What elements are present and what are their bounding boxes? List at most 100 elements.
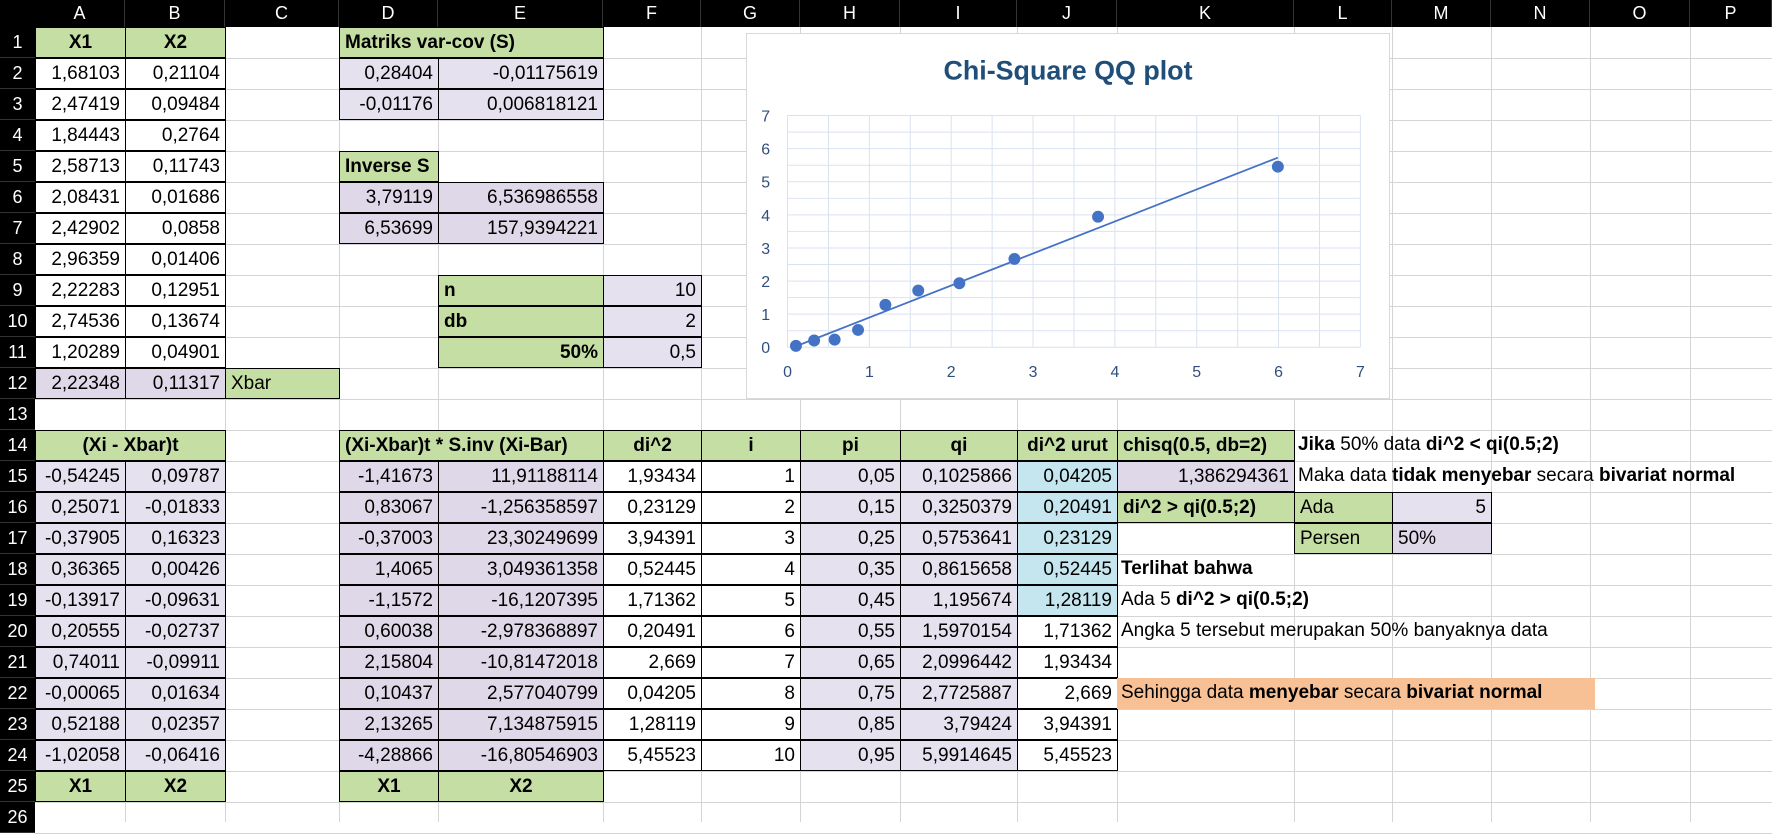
prod-x2[interactable]: 3,049361358	[438, 554, 604, 585]
qi-value[interactable]: 0,8615658	[900, 554, 1018, 585]
sorted-value[interactable]: 3,94391	[1017, 709, 1118, 740]
row-header-9[interactable]: 9	[0, 275, 35, 306]
row-header-20[interactable]: 20	[0, 616, 35, 647]
conclusion[interactable]: Sehingga data menyebar secara bivariat n…	[1117, 678, 1595, 709]
row-header-4[interactable]: 4	[0, 120, 35, 151]
dev-x2[interactable]: -0,02737	[125, 616, 226, 647]
dev-footer-x2[interactable]: X2	[125, 771, 226, 802]
qi-value[interactable]: 5,9914645	[900, 740, 1018, 771]
qi-value[interactable]: 2,0996442	[900, 647, 1018, 678]
row-header-18[interactable]: 18	[0, 554, 35, 585]
sorted-value[interactable]: 2,669	[1017, 678, 1118, 709]
pi-value[interactable]: 0,85	[800, 709, 901, 740]
data-x2[interactable]: 0,13674	[125, 306, 226, 337]
qi-value[interactable]: 1,5970154	[900, 616, 1018, 647]
row-header-19[interactable]: 19	[0, 585, 35, 616]
inverse-cell[interactable]: 6,536986558	[438, 182, 604, 213]
i-value[interactable]: 10	[701, 740, 801, 771]
sorted-value[interactable]: 1,28119	[1017, 585, 1118, 616]
column-header-P[interactable]: P	[1690, 0, 1772, 27]
prod-x1[interactable]: 1,4065	[339, 554, 439, 585]
xbar-x2[interactable]: 0,11317	[125, 368, 226, 399]
row-header-25[interactable]: 25	[0, 771, 35, 802]
inverse-cell[interactable]: 3,79119	[339, 182, 439, 213]
column-header-C[interactable]: C	[225, 0, 339, 27]
data-x1[interactable]: 2,96359	[35, 244, 126, 275]
di2-value[interactable]: 1,71362	[603, 585, 702, 616]
data-x1[interactable]: 2,42902	[35, 213, 126, 244]
dev-x2[interactable]: -0,06416	[125, 740, 226, 771]
data-x1[interactable]: 2,47419	[35, 89, 126, 120]
prod-x1[interactable]: 2,13265	[339, 709, 439, 740]
pi-header[interactable]: pi	[800, 430, 901, 461]
chisq-value[interactable]: 1,386294361	[1117, 461, 1295, 492]
pi-value[interactable]: 0,65	[800, 647, 901, 678]
param-n-label[interactable]: n	[438, 275, 604, 306]
dev-x2[interactable]: -0,09631	[125, 585, 226, 616]
rule-text-2[interactable]: Maka data tidak menyebar secara bivariat…	[1294, 461, 1739, 492]
column-header-L[interactable]: L	[1294, 0, 1392, 27]
di2-value[interactable]: 0,52445	[603, 554, 702, 585]
xbar-label[interactable]: Xbar	[225, 368, 340, 399]
di2-value[interactable]: 0,20491	[603, 616, 702, 647]
row-header-17[interactable]: 17	[0, 523, 35, 554]
observation-1[interactable]: Ada 5 di^2 > qi(0.5;2)	[1117, 585, 1313, 616]
qi-value[interactable]: 0,5753641	[900, 523, 1018, 554]
column-header-O[interactable]: O	[1590, 0, 1690, 27]
i-value[interactable]: 4	[701, 554, 801, 585]
prod-x1[interactable]: -1,1572	[339, 585, 439, 616]
varcov-cell[interactable]: -0,01175619	[438, 58, 604, 89]
di2-value[interactable]: 1,28119	[603, 709, 702, 740]
data-x2[interactable]: 0,01686	[125, 182, 226, 213]
param-pct-label[interactable]: 50%	[438, 337, 604, 368]
dev-x1[interactable]: 0,74011	[35, 647, 126, 678]
qq-plot-chart[interactable]: Chi-Square QQ plot 0 1 2 3 4 5 6 7 0 1 2 3 4 5 6 7	[746, 33, 1390, 399]
data-x2[interactable]: 0,04901	[125, 337, 226, 368]
sorted-value[interactable]: 5,45523	[1017, 740, 1118, 771]
dev-x1[interactable]: 0,25071	[35, 492, 126, 523]
prod-x2[interactable]: 2,577040799	[438, 678, 604, 709]
row-header-26[interactable]: 26	[0, 802, 35, 833]
data-x2[interactable]: 0,2764	[125, 120, 226, 151]
sorted-value[interactable]: 0,20491	[1017, 492, 1118, 523]
observation-title[interactable]: Terlihat bahwa	[1117, 554, 1257, 585]
qi-value[interactable]: 2,7725887	[900, 678, 1018, 709]
qi-value[interactable]: 3,79424	[900, 709, 1018, 740]
prod-x2[interactable]: -2,978368897	[438, 616, 604, 647]
pi-value[interactable]: 0,95	[800, 740, 901, 771]
dev-footer-x1[interactable]: X1	[35, 771, 126, 802]
di2-header[interactable]: di^2	[603, 430, 702, 461]
chisq-header[interactable]: chisq(0.5, db=2)	[1117, 430, 1295, 461]
ada-label[interactable]: Ada	[1294, 492, 1393, 523]
prod-x1[interactable]: -1,41673	[339, 461, 439, 492]
dev-header[interactable]: (Xi - Xbar)t	[35, 430, 226, 461]
select-all-corner[interactable]	[0, 0, 35, 27]
row-header-8[interactable]: 8	[0, 244, 35, 275]
data-x2[interactable]: 0,21104	[125, 58, 226, 89]
pi-value[interactable]: 0,05	[800, 461, 901, 492]
rule-text-1[interactable]: Jika 50% data di^2 < qi(0.5;2)	[1294, 430, 1563, 461]
ada-value[interactable]: 5	[1392, 492, 1492, 523]
data-x2[interactable]: 0,11743	[125, 151, 226, 182]
prod-x2[interactable]: 11,91188114	[438, 461, 604, 492]
i-value[interactable]: 9	[701, 709, 801, 740]
prod-x2[interactable]: -10,81472018	[438, 647, 604, 678]
param-db-value[interactable]: 2	[603, 306, 702, 337]
i-value[interactable]: 5	[701, 585, 801, 616]
dev-x2[interactable]: 0,09787	[125, 461, 226, 492]
row-header-11[interactable]: 11	[0, 337, 35, 368]
sorted-value[interactable]: 0,52445	[1017, 554, 1118, 585]
i-value[interactable]: 1	[701, 461, 801, 492]
pi-value[interactable]: 0,45	[800, 585, 901, 616]
data-x2[interactable]: 0,12951	[125, 275, 226, 306]
column-header-M[interactable]: M	[1392, 0, 1491, 27]
prod-footer-x2[interactable]: X2	[438, 771, 604, 802]
prod-x1[interactable]: 0,83067	[339, 492, 439, 523]
dev-x1[interactable]: 0,52188	[35, 709, 126, 740]
column-header-I[interactable]: I	[900, 0, 1017, 27]
pi-value[interactable]: 0,55	[800, 616, 901, 647]
data-point[interactable]	[1092, 210, 1105, 223]
row-header-23[interactable]: 23	[0, 709, 35, 740]
dev-x2[interactable]: -0,09911	[125, 647, 226, 678]
param-pct-value[interactable]: 0,5	[603, 337, 702, 368]
